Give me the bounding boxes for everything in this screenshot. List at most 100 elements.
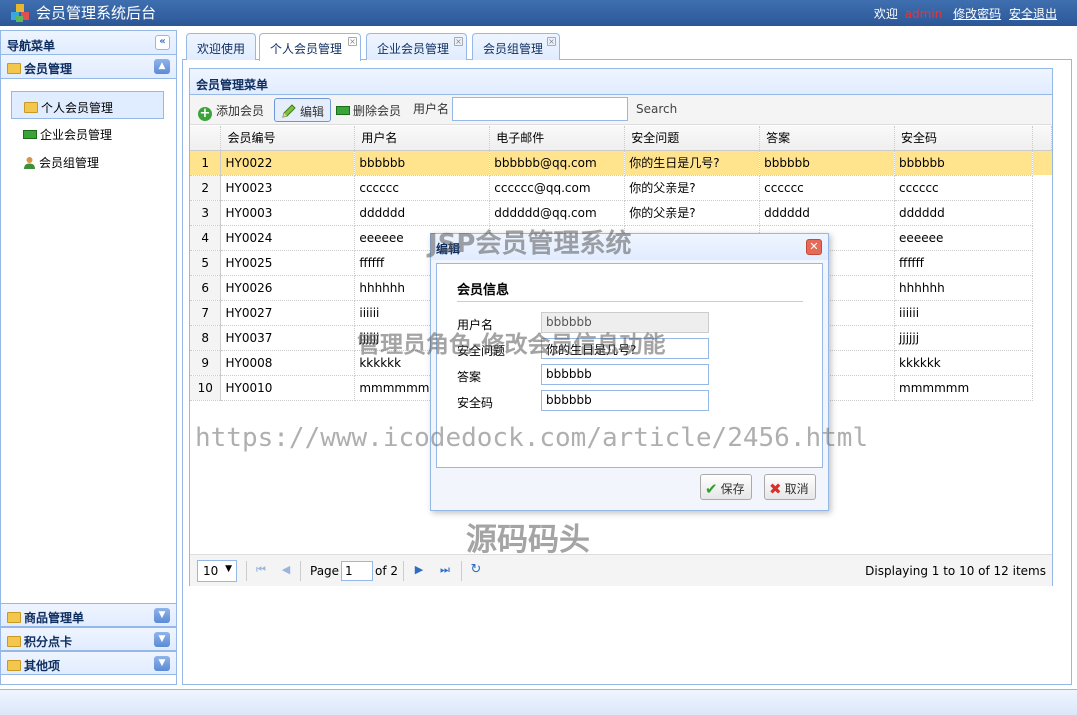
table-cell: HY0025 [220, 250, 356, 276]
page-number-input[interactable]: 1 [341, 561, 373, 581]
delete-member-button[interactable]: 删除会员 [330, 98, 407, 122]
table-header-row: 会员编号 用户名 电子邮件 安全问题 答案 安全码 [190, 126, 1053, 151]
table-row[interactable]: 2 HY0023 cccccc cccccc@qq.com 你的父亲是? cccccc cc… [190, 175, 1052, 201]
divider [457, 301, 803, 302]
datagrid-toolbar: + 添加会员 编辑 删除会员 用户名 Search [190, 95, 1052, 125]
table-cell: cccccc@qq.com [489, 175, 626, 201]
chevron-down-icon[interactable]: ▼ [154, 608, 170, 623]
table-cell: bbbbbb@qq.com [489, 150, 626, 176]
tab-company-members[interactable]: 企业会员管理 × [366, 33, 467, 60]
menu-item-label: 会员组管理 [39, 156, 100, 170]
tab-member-groups[interactable]: 会员组管理 × [472, 33, 560, 60]
tab-label: 会员组管理 [483, 42, 544, 56]
security-question-field[interactable]: 你的生日是几号? [541, 338, 709, 359]
column-header[interactable]: 安全问题 [624, 126, 761, 151]
add-member-button[interactable]: + 添加会员 [192, 98, 270, 122]
change-password-link[interactable]: 修改密码 [953, 7, 1001, 21]
table-cell: hhhhhh [894, 275, 1033, 301]
table-cell: dddddd [894, 200, 1033, 226]
table-cell: iiiiii [894, 300, 1033, 326]
table-cell: HY0027 [220, 300, 356, 326]
edit-member-dialog: 编辑 ✕ 会员信息 用户名 bbbbbb 安全问题 你的生日是几号? 答案 bb… [430, 233, 829, 511]
table-row[interactable]: 1 HY0022 bbbbbb bbbbbb@qq.com 你的生日是几号? bbbbbb… [190, 150, 1052, 176]
page-size-value: 10 [203, 564, 219, 578]
column-header[interactable]: 用户名 [354, 126, 491, 151]
page-size-select[interactable]: 10 ▼ [197, 560, 237, 582]
edit-button[interactable]: 编辑 [274, 98, 332, 122]
tab-label: 企业会员管理 [377, 42, 450, 56]
close-tab-icon[interactable]: × [348, 37, 357, 46]
table-cell: jjjjjj [894, 325, 1033, 351]
next-page-icon[interactable]: ▶ [412, 563, 426, 577]
welcome-text: 欢迎 [873, 7, 898, 21]
tab-personal-members[interactable]: 个人会员管理 × [259, 33, 361, 61]
scroll-gutter [1032, 126, 1053, 151]
pagination-bar: 10 ▼ ⏮ ◀ Page 1 of 2 ▶ ⏭ ↻ Displaying 1 t… [190, 554, 1052, 586]
folder-icon [7, 63, 21, 74]
row-number-header [190, 126, 222, 151]
chevron-down-icon[interactable]: ▼ [154, 656, 170, 671]
last-page-icon[interactable]: ⏭ [438, 563, 452, 577]
chevron-up-icon[interactable]: ▲ [154, 59, 170, 74]
dialog-titlebar[interactable]: 编辑 ✕ [431, 234, 828, 260]
chevron-down-icon[interactable]: ▼ [154, 632, 170, 647]
close-icon[interactable]: ✕ [806, 239, 822, 255]
first-page-icon[interactable]: ⏮ [254, 563, 268, 577]
table-cell: HY0022 [220, 150, 356, 176]
accordion-goods-management[interactable]: 商品管理单 ▼ [1, 603, 176, 627]
close-tab-icon[interactable]: × [547, 37, 556, 46]
security-code-field[interactable]: bbbbbb [541, 390, 709, 411]
username-search-input[interactable] [452, 97, 628, 121]
table-row[interactable]: 3 HY0003 dddddd dddddd@qq.com 你的父亲是? dddddd dd… [190, 200, 1052, 226]
menu-item-company-members[interactable]: 企业会员管理 [1, 119, 176, 147]
tab-welcome[interactable]: 欢迎使用 [186, 33, 256, 60]
row-number-cell: 1 [190, 150, 222, 176]
row-number-cell: 7 [190, 300, 222, 326]
menu-item-member-groups[interactable]: 会员组管理 [1, 147, 176, 175]
refresh-icon[interactable]: ↻ [469, 563, 483, 577]
accordion-points-cards[interactable]: 积分点卡 ▼ [1, 627, 176, 651]
table-cell: 你的生日是几号? [624, 150, 761, 176]
previous-page-icon[interactable]: ◀ [279, 563, 293, 577]
header-user-area: 欢迎 admin 修改密码 安全退出 [874, 5, 1057, 22]
table-cell: dddddd [354, 200, 491, 226]
menu-item-personal-members[interactable]: 个人会员管理 [11, 91, 164, 119]
accordion-label: 其他项 [24, 659, 61, 673]
table-cell: dddddd [759, 200, 896, 226]
save-button[interactable]: ✔ 保存 [700, 474, 752, 500]
close-tab-icon[interactable]: × [454, 37, 463, 46]
column-header[interactable]: 会员编号 [220, 126, 356, 151]
table-cell: bbbbbb [894, 150, 1033, 176]
accordion-label: 会员管理 [24, 62, 73, 76]
scroll-gutter [1032, 175, 1051, 200]
answer-field[interactable]: bbbbbb [541, 364, 709, 385]
table-cell: bbbbbb [759, 150, 896, 176]
table-cell: 你的父亲是? [624, 200, 761, 226]
logout-link[interactable]: 安全退出 [1009, 7, 1057, 21]
security-question-label: 安全问题 [457, 344, 506, 358]
pencil-icon [282, 104, 296, 118]
accordion-other[interactable]: 其他项 ▼ [1, 651, 176, 675]
search-button[interactable]: Search [636, 102, 677, 116]
column-header[interactable]: 答案 [759, 126, 896, 151]
chevron-down-icon: ▼ [225, 564, 232, 574]
table-cell: cccccc [759, 175, 896, 201]
accordion-body: 个人会员管理 企业会员管理 会员组管理 [1, 79, 176, 603]
accordion-member-management[interactable]: 会员管理 ▲ [1, 55, 176, 79]
dialog-title: 编辑 [436, 242, 461, 256]
table-cell: HY0037 [220, 325, 356, 351]
add-member-label: 添加会员 [216, 104, 265, 118]
cancel-button[interactable]: ✖ 取消 [764, 474, 816, 500]
table-cell: bbbbbb [354, 150, 491, 176]
status-footer [0, 689, 1077, 715]
collapse-nav-icon[interactable]: « [155, 35, 170, 50]
scroll-gutter [1032, 250, 1051, 275]
accordion-label: 商品管理单 [24, 611, 85, 625]
column-header[interactable]: 安全码 [894, 126, 1033, 151]
column-header[interactable]: 电子邮件 [489, 126, 626, 151]
row-number-cell: 2 [190, 175, 222, 201]
current-username: admin [904, 7, 943, 21]
cancel-icon: ✖ [769, 480, 782, 498]
menu-item-label: 个人会员管理 [41, 101, 114, 115]
folder-icon [24, 102, 38, 113]
